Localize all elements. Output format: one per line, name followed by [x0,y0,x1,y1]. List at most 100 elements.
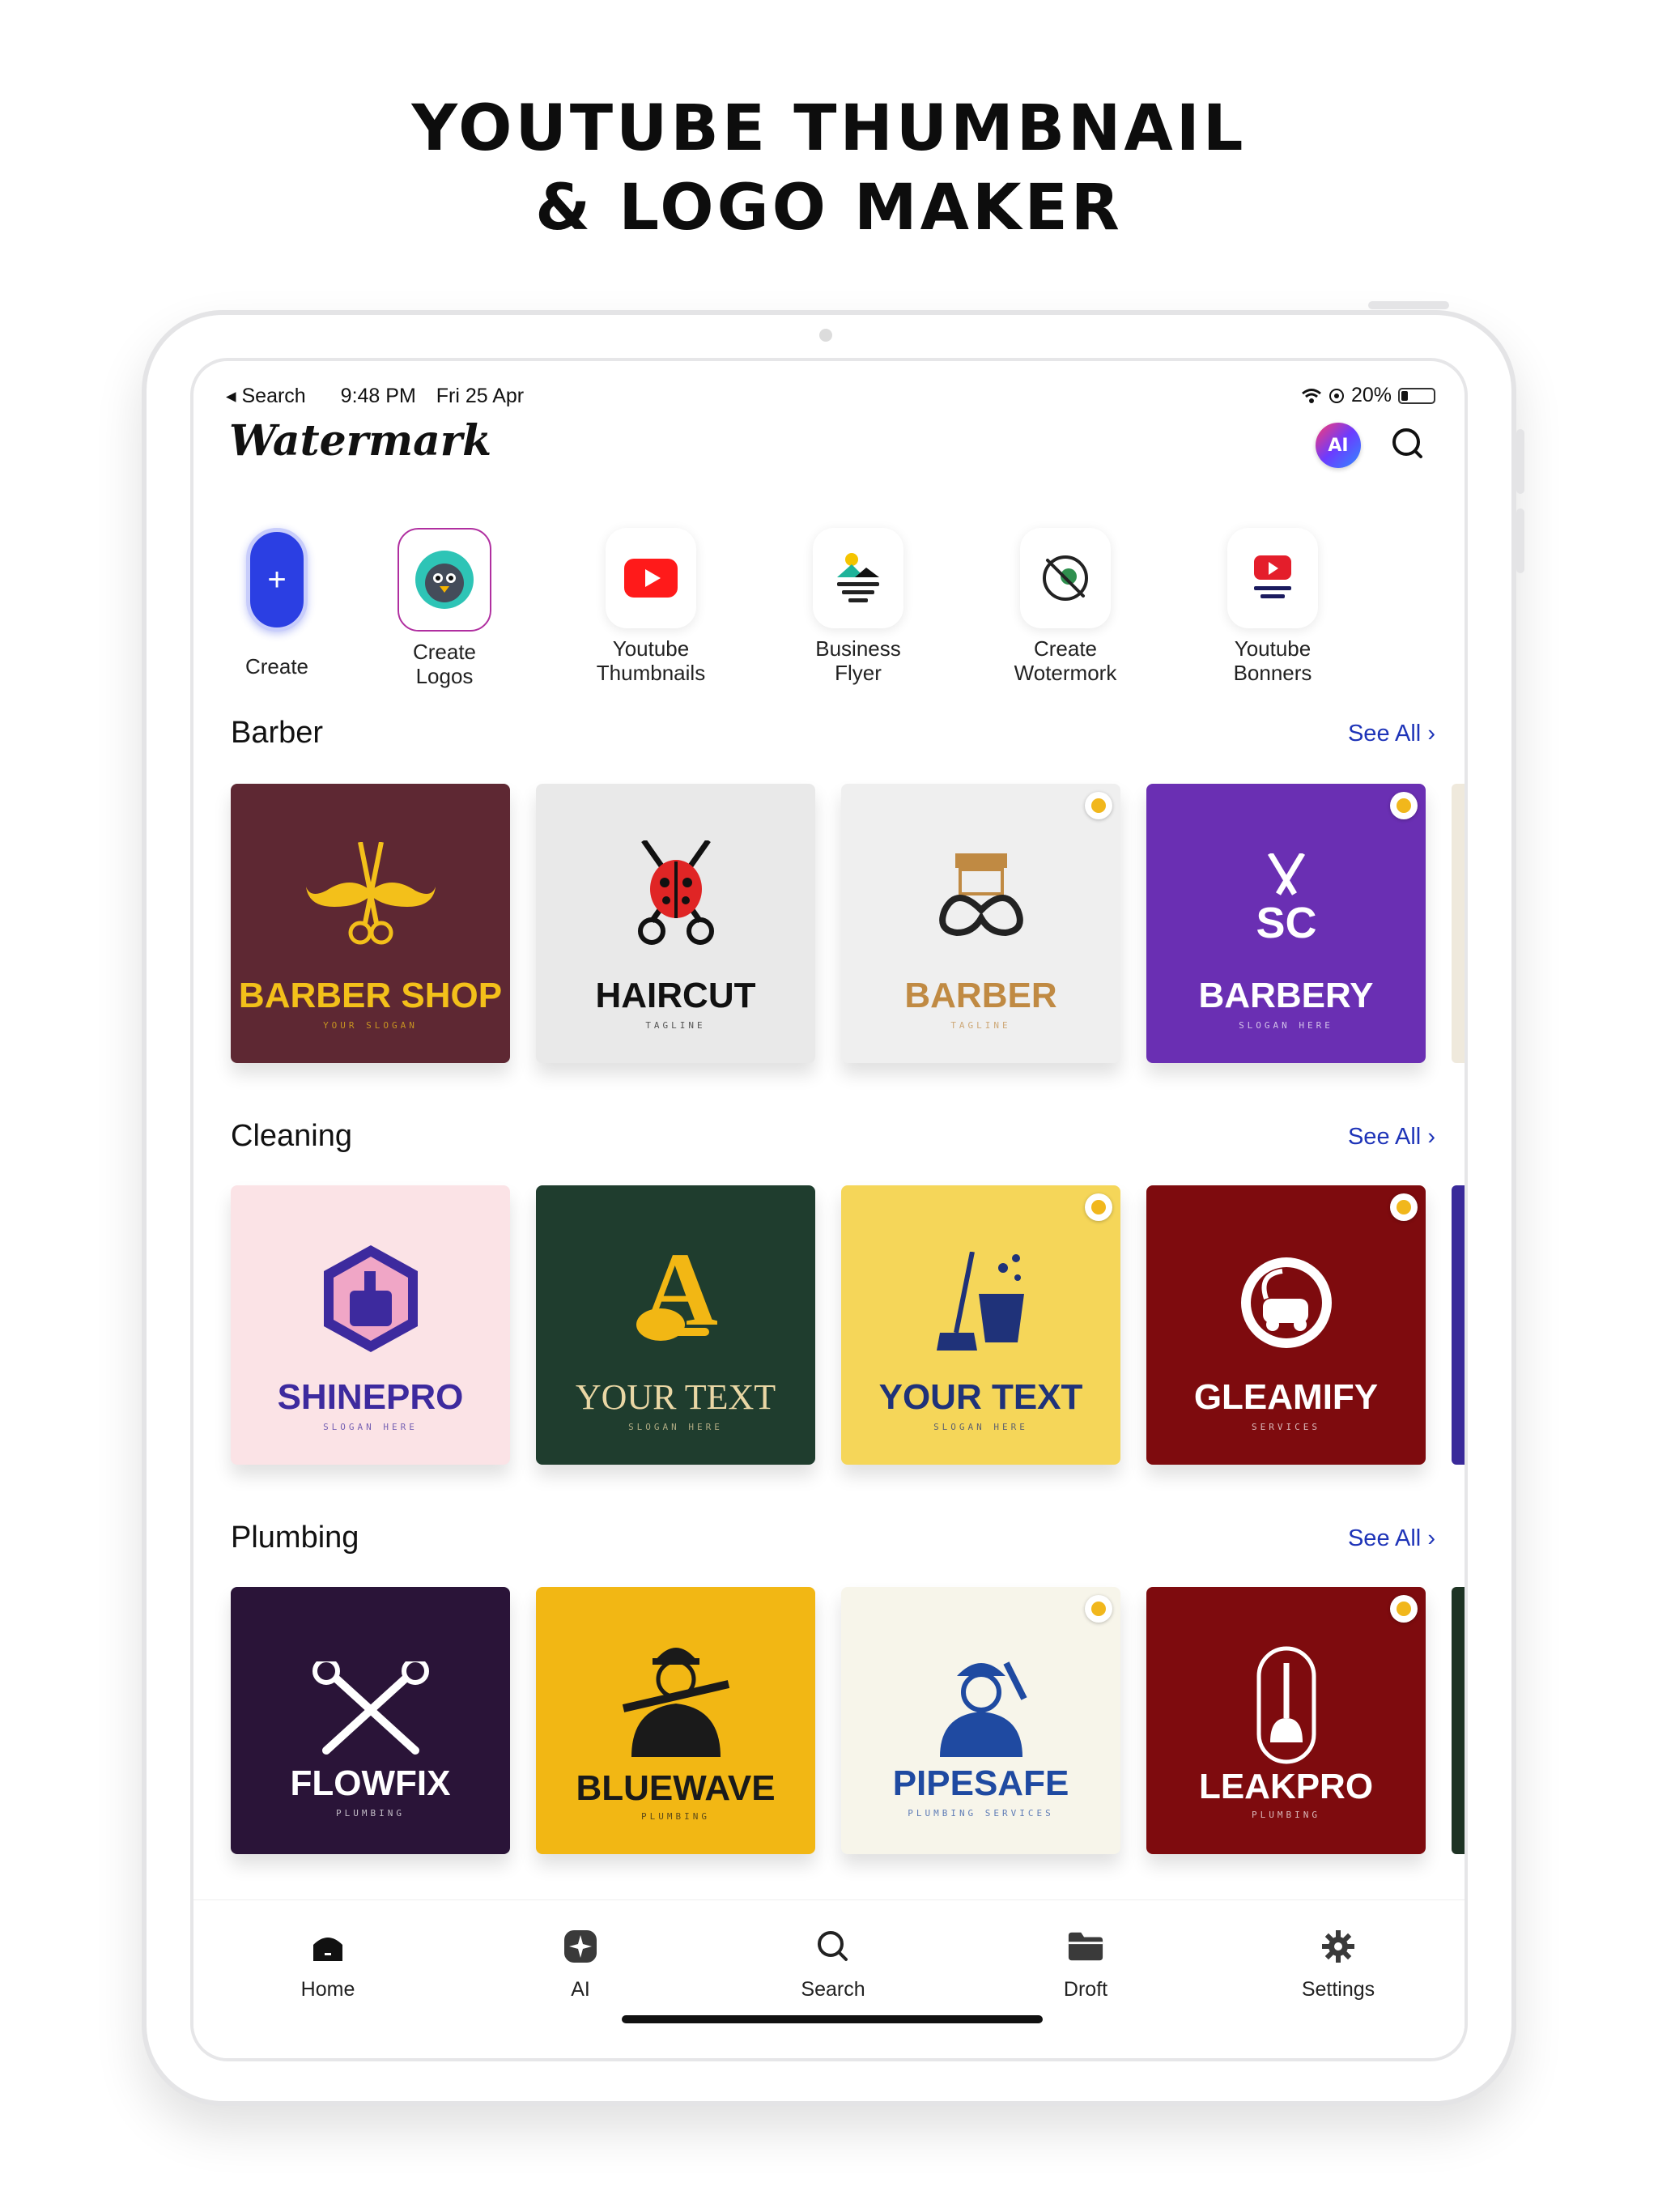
template-card-flowfix[interactable]: FLOWFIX PLUMBING [231,1587,510,1854]
ai-sparkle-icon [562,1928,599,1965]
quick-action-youtube-thumbnails[interactable]: Youtube Thumbnails [574,528,728,685]
flyer-icon [813,528,903,628]
section-title-cleaning: Cleaning [231,1119,352,1153]
home-indicator [622,2015,1043,2023]
card-slogan: SLOGAN HERE [323,1422,418,1432]
tab-home[interactable]: Home [247,1928,409,2001]
premium-lock-icon [1085,792,1112,819]
card-title: YOUR TEXT [575,1377,776,1417]
template-card-your-text-vacuum[interactable]: A YOUR TEXT SLOGAN HERE [536,1185,815,1465]
tab-settings[interactable]: Settings [1257,1928,1419,2001]
battery-icon [1398,387,1435,404]
see-all-plumbing-link[interactable]: See All › [1348,1525,1435,1552]
premium-lock-icon [1085,1193,1112,1221]
see-all-label: See All [1347,1124,1422,1150]
quick-action-label-2: Flyer [835,661,882,685]
headline-line-1: YOUTUBE THUMBNAIL [411,92,1247,165]
template-card-your-text-mop[interactable]: YOUR TEXT SLOGAN HERE [841,1185,1120,1465]
front-camera [819,329,832,342]
section-title-barber: Barber [231,716,324,750]
gear-icon [1320,1928,1357,1965]
barber-row: BARBER SHOP YOUR SLOGAN HAIRCUT TAGLINE … [231,784,1465,1063]
premium-lock-icon [1390,792,1418,819]
search-icon[interactable] [1388,424,1429,465]
card-slogan: TAGLINE [950,1020,1011,1031]
card-title: GLEAMIFY [1193,1377,1379,1417]
card-slogan: PLUMBING [1252,1810,1320,1820]
template-card-pipesafe[interactable]: PIPESAFE PLUMBING SERVICES [841,1587,1120,1854]
status-time: 9:48 PM [340,385,416,407]
card-slogan: YOUR SLOGAN [323,1020,418,1031]
template-card-bluewave[interactable]: BLUEWAVE PLUMBING [536,1587,815,1854]
quick-action-label-2: Logos [415,664,474,688]
plumber-worker-icon [622,1648,729,1757]
template-card-leakpro[interactable]: LEAKPRO PLUMBING [1146,1587,1426,1854]
card-title: BARBERY [1198,976,1374,1015]
template-card-gleamify[interactable]: GLEAMIFY SERVICES [1146,1185,1426,1465]
cleaning-row: SHINEPRO SLOGAN HERE A YOUR TEXT SLOGAN … [231,1185,1465,1465]
quick-action-label: Business [815,636,901,661]
youtube-banner-icon [1227,528,1318,628]
app-screen: ◂ Search 9:48 PM Fri 25 Apr 20% Watermar… [190,358,1468,2061]
tab-label: AI [571,1978,590,2001]
card-slogan: TAGLINE [645,1020,706,1031]
premium-lock-icon [1085,1595,1112,1623]
marketing-headline: YOUTUBE THUMBNAIL & LOGO MAKER [0,89,1658,248]
tab-label: Search [801,1978,865,2001]
headline-line-2: & LOGO MAKER [535,172,1123,245]
wifi-icon [1302,388,1321,403]
card-slogan: PLUMBING SERVICES [908,1808,1054,1819]
quick-actions: + Create Create Logos Youtube Thumbnails… [193,528,1465,706]
card-title: SHINEPRO [277,1377,464,1417]
card-title: BLUEWAVE [576,1768,776,1808]
quick-action-youtube-banners[interactable]: Youtube Bonners [1196,528,1350,685]
volume-up-button [1516,429,1524,494]
bird-logo-icon [397,528,491,632]
ai-badge-button[interactable]: AI [1316,423,1361,468]
home-icon [309,1928,346,1965]
svg-text:SC: SC [1256,899,1316,947]
quick-action-label: Create [1033,636,1098,661]
quick-action-label: Youtube [612,636,690,661]
tab-draft[interactable]: Droft [1005,1928,1167,2001]
orientation-lock-icon [1329,388,1344,403]
crown-bow-icon [938,853,1023,937]
next-card-peek[interactable] [1452,784,1465,1063]
mustache-scissors-icon [305,842,436,945]
tab-ai[interactable]: AI [500,1928,661,2001]
status-bar: ◂ Search 9:48 PM Fri 25 Apr 20% [226,381,1435,413]
power-button [1368,301,1449,309]
next-card-peek[interactable] [1452,1185,1465,1465]
vacuum-letter-a-icon: A [636,1236,717,1348]
quick-action-label: Youtube [1234,636,1312,661]
template-card-haircut[interactable]: HAIRCUT TAGLINE [536,784,815,1063]
card-title: LEAKPRO [1198,1767,1374,1806]
see-all-cleaning-link[interactable]: See All › [1348,1124,1435,1151]
section-title-plumbing: Plumbing [231,1521,359,1555]
quick-action-business-flyer[interactable]: Business Flyer [781,528,935,685]
back-label: Search [241,385,306,407]
plus-icon: + [246,528,308,632]
quick-action-create-logos[interactable]: Create Logos [368,528,521,688]
card-title: BARBER SHOP [238,976,503,1015]
see-all-label: See All [1347,1525,1422,1551]
tab-search[interactable]: Search [752,1928,914,2001]
plumbing-row: FLOWFIX PLUMBING BLUEWAVE PLUMBING PIPES… [231,1587,1465,1866]
template-card-barbery[interactable]: SC BARBERY SLOGAN HERE [1146,784,1426,1063]
tab-label: Settings [1301,1978,1375,2001]
plunger-icon [1256,1646,1316,1764]
quick-action-create-watermark[interactable]: Create Wotermork [988,528,1142,685]
template-card-barber[interactable]: BARBER TAGLINE [841,784,1120,1063]
next-card-peek[interactable] [1452,1587,1465,1854]
premium-lock-icon [1390,1595,1418,1623]
template-card-shinepro[interactable]: SHINEPRO SLOGAN HERE [231,1185,510,1465]
back-to-search-link[interactable]: ◂ Search [226,385,321,407]
card-slogan: SLOGAN HERE [628,1422,723,1432]
see-all-barber-link[interactable]: See All › [1348,721,1435,747]
template-card-barber-shop[interactable]: BARBER SHOP YOUR SLOGAN [231,784,510,1063]
card-title: BARBER [904,976,1057,1015]
card-slogan: PLUMBING [641,1811,710,1822]
sc-scissors-icon: SC [1256,853,1316,947]
quick-action-create[interactable]: + Create [200,528,354,678]
card-slogan: PLUMBING [336,1808,405,1819]
